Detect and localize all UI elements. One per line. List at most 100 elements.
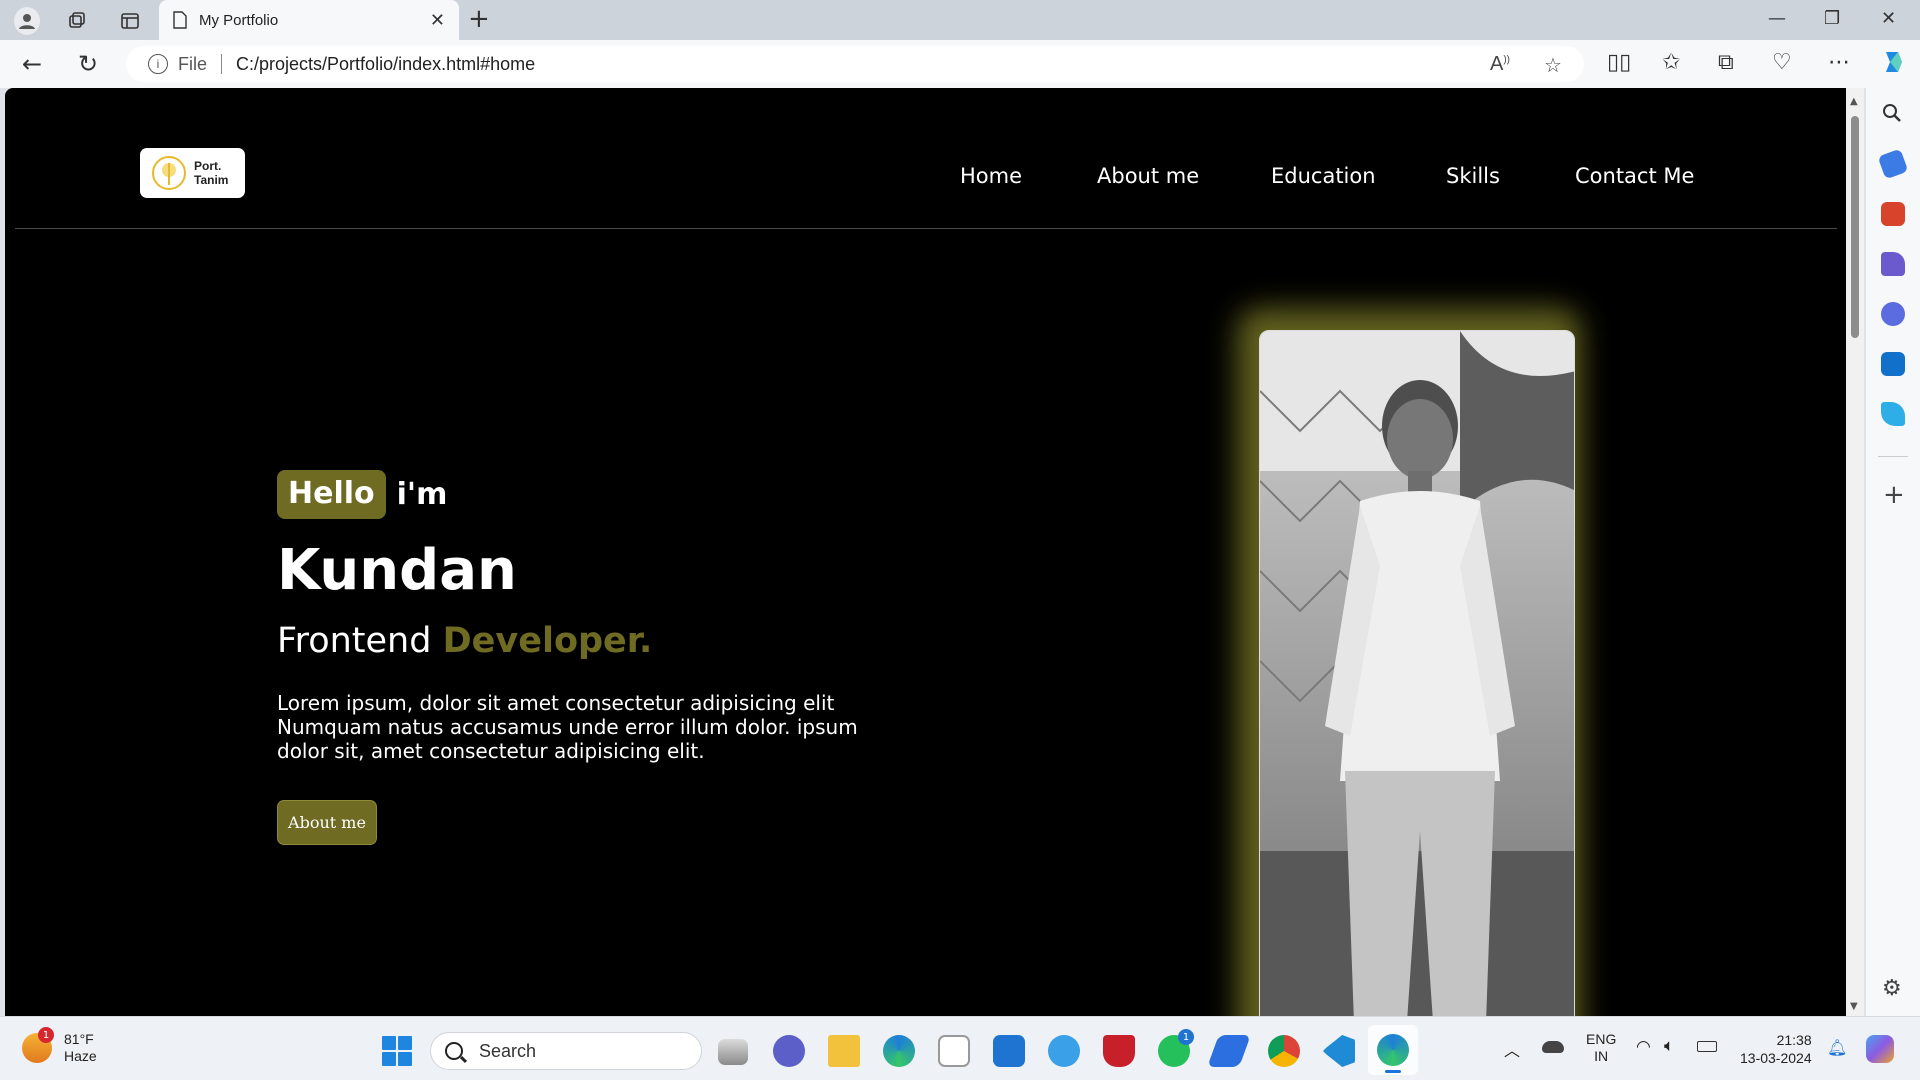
address-url[interactable]: C:/projects/Portfolio/index.html#home [236,54,535,75]
search-label: Search [479,1040,537,1061]
page-icon [173,11,187,29]
close-tab-icon[interactable]: ✕ [430,10,445,31]
favorite-star-icon[interactable]: ☆ [1544,53,1562,78]
add-sidebar-icon[interactable]: + [1883,480,1905,510]
volume-icon[interactable]: 🔈︎ [1664,1036,1674,1056]
browser-tab-strip: My Portfolio ✕ + — ❐ ✕ [0,0,1920,40]
profile-icon [14,7,40,35]
tools-briefcase-icon[interactable] [1881,202,1905,226]
start-windows-icon[interactable] [382,1036,412,1066]
nav-about-me[interactable]: About me [1097,164,1199,188]
notification-bell-icon[interactable]: 🔔︎ [1827,1038,1847,1058]
read-aloud-icon[interactable]: A)) [1490,53,1510,76]
browser-essentials-icon[interactable]: ♡ [1772,50,1792,75]
nav-education[interactable]: Education [1271,164,1376,188]
browser-toolbar: ← ↻ i File C:/projects/Portfolio/index.h… [0,40,1920,88]
page-scrollbar[interactable]: ▲ ▼ [1846,88,1864,1016]
about-me-button[interactable]: About me [277,800,377,845]
copilot-icon[interactable] [1880,48,1908,82]
wifi-icon[interactable]: ◠ [1636,1037,1651,1057]
help-icon[interactable] [1048,1035,1080,1067]
edge-icon[interactable] [883,1035,915,1067]
taskbar-search[interactable]: Search [430,1032,702,1070]
nav-home[interactable]: Home [960,164,1022,188]
copilot-taskbar-icon[interactable] [1866,1035,1894,1063]
sidebar-search-icon[interactable] [1881,102,1905,126]
profile-button[interactable] [14,7,40,35]
weather-widget[interactable]: 1 81°F Haze [22,1027,97,1065]
shopping-tag-icon[interactable] [1877,148,1909,180]
address-scheme: File [178,53,208,74]
vscode-icon[interactable] [1323,1035,1355,1067]
lang-line2: IN [1594,1048,1609,1064]
clock[interactable]: 21:38 13-03-2024 [1740,1031,1812,1067]
sidebar-divider [1878,456,1908,457]
weather-badge: 1 [38,1027,54,1043]
scroll-down-icon[interactable]: ▼ [1850,1001,1858,1012]
teams-chat-icon[interactable] [773,1035,805,1067]
refresh-icon[interactable]: ↻ [78,50,98,78]
battery-icon[interactable] [1697,1041,1717,1052]
weather-condition: Haze [64,1048,97,1064]
more-options-icon[interactable]: ⋯ [1828,50,1850,75]
workspaces-icon[interactable] [64,8,90,34]
logo-line1: Port. [194,159,222,173]
page-viewport: Port. Tanim Home About me Education Skil… [5,88,1846,1016]
microsoft-store-icon[interactable] [938,1035,970,1067]
task-view-icon[interactable] [718,1039,748,1065]
weather-temp: 81°F [64,1031,94,1047]
hero-description: Lorem ipsum, dolor sit amet consectetur … [277,691,858,763]
scroll-up-icon[interactable]: ▲ [1850,96,1858,107]
role-prefix: Frontend [277,621,432,661]
site-logo[interactable]: Port. Tanim [140,148,245,198]
chrome-icon[interactable] [1268,1035,1300,1067]
favorites-icon[interactable]: ✩ [1662,50,1680,75]
show-hidden-icons[interactable]: ︿ [1504,1037,1520,1061]
greeting: Hello i'm [277,470,447,519]
address-divider [221,54,223,74]
whatsapp-badge: 1 [1178,1029,1194,1045]
address-bar[interactable]: i File C:/projects/Portfolio/index.html#… [126,46,1584,82]
im-text: i'm [396,477,448,512]
whatsapp-icon[interactable]: 1 [1158,1029,1194,1067]
browser-sidebar: + ⚙ [1866,88,1920,1016]
file-explorer-icon[interactable] [828,1035,860,1067]
tab-my-portfolio[interactable]: My Portfolio ✕ [159,0,459,40]
vertical-tabs-icon[interactable] [117,8,143,34]
edge-active-app[interactable] [1368,1025,1418,1075]
profile-photo [1259,330,1575,1016]
minimize-icon[interactable]: — [1768,8,1786,29]
mcafee-icon[interactable] [1103,1035,1135,1067]
role-accent: Developer. [442,621,653,661]
window-close-icon[interactable]: ✕ [1881,8,1896,29]
clock-date: 13-03-2024 [1740,1050,1812,1066]
back-icon[interactable]: ← [22,50,42,78]
power-automate-icon[interactable] [1207,1035,1251,1067]
restore-icon[interactable]: ❐ [1824,8,1840,29]
games-icon[interactable] [1881,252,1905,276]
scrollbar-thumb[interactable] [1851,116,1859,338]
language-indicator[interactable]: ENG IN [1586,1031,1616,1065]
onedrive-icon[interactable] [1542,1041,1564,1053]
edge-active-icon [1377,1034,1409,1066]
logo-line2: Tanim [194,173,229,187]
clock-time: 21:38 [1776,1032,1812,1048]
site-info-icon[interactable]: i [148,54,168,74]
collections-icon[interactable]: ⧉ [1718,50,1734,75]
myhp-icon[interactable] [993,1035,1025,1067]
nav-skills[interactable]: Skills [1446,164,1500,188]
nav-contact-me[interactable]: Contact Me [1575,164,1694,188]
split-screen-icon[interactable]: ▯▯ [1607,50,1631,75]
new-tab-icon[interactable]: + [468,4,490,34]
sidebar-settings-icon[interactable]: ⚙ [1882,976,1902,1001]
hero-role: Frontend Developer. [277,621,652,661]
outlook-icon[interactable] [1881,352,1905,376]
active-indicator [1385,1070,1401,1073]
logo-tree-icon [152,156,186,190]
nav-divider [15,228,1837,229]
hero-name: Kundan [277,538,517,603]
microsoft-365-icon[interactable] [1881,302,1905,326]
windows-taskbar: 1 81°F Haze Search 1 ︿ ENG IN ◠ 🔈︎ 21:38… [0,1016,1920,1080]
hello-badge: Hello [277,470,386,519]
drop-send-icon[interactable] [1881,402,1905,426]
